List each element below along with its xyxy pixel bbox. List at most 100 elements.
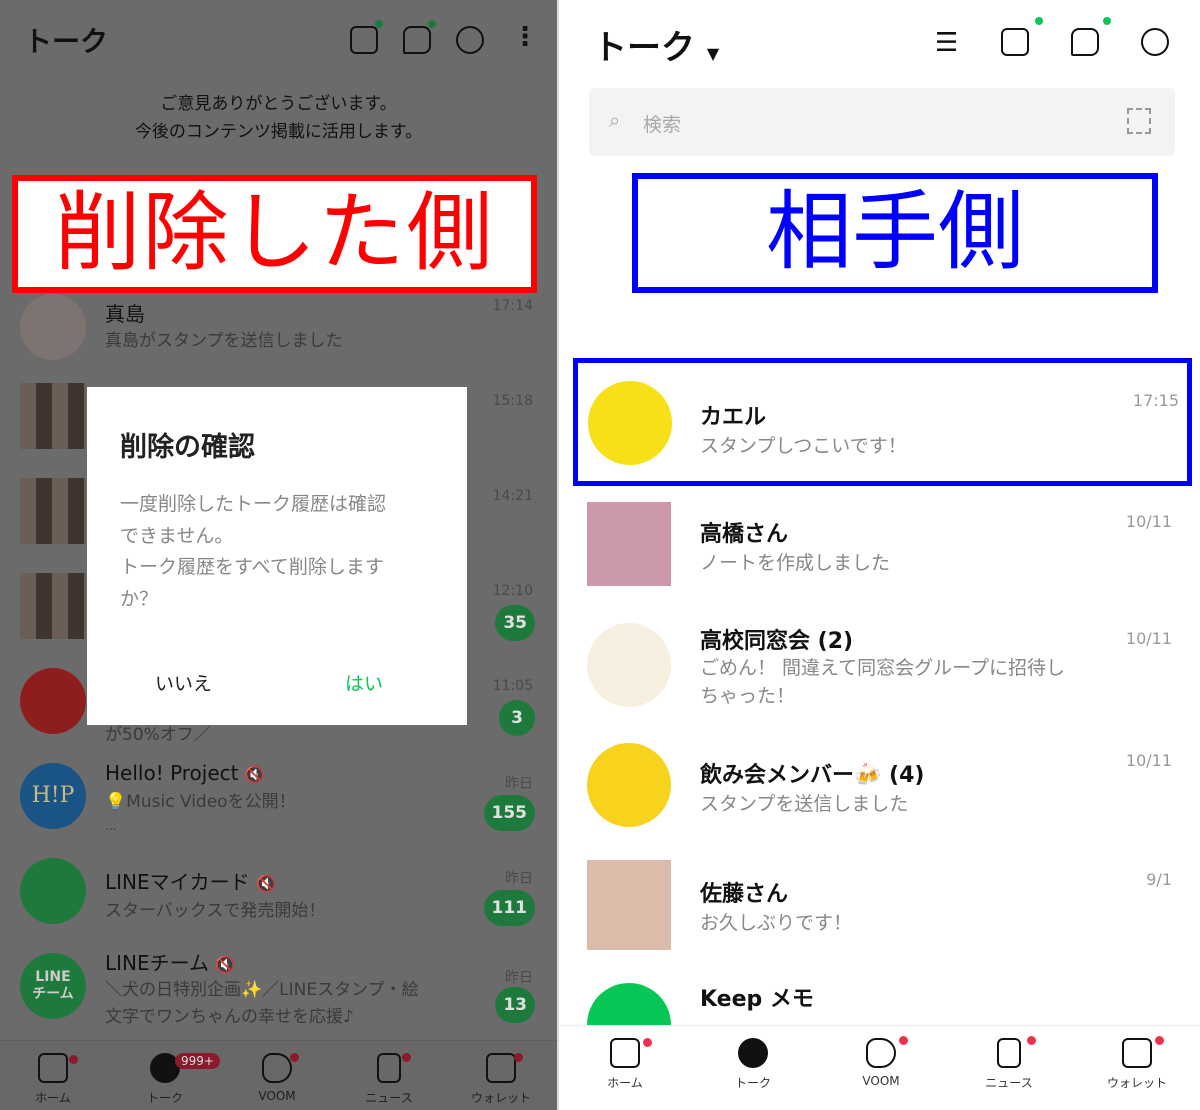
chat-name: LINEチーム 🔇 — [105, 951, 236, 975]
chat-icon — [738, 1038, 768, 1068]
header-title[interactable]: トーク ▼ — [593, 20, 719, 69]
new-chat-icon[interactable] — [1141, 28, 1169, 56]
voom-icon — [866, 1038, 896, 1068]
avatar — [587, 623, 671, 707]
nav-wallet[interactable]: ウォレット — [451, 1047, 551, 1106]
nav-home[interactable]: ホーム — [3, 1047, 103, 1106]
chat-message: 真島がスタンプを送信しました — [105, 331, 343, 351]
keep-icon[interactable] — [1071, 28, 1099, 56]
unread-badge: 3 — [499, 700, 535, 736]
avatar — [20, 294, 86, 360]
nav-home[interactable]: ホーム — [575, 1032, 675, 1091]
bottom-nav: ホーム トーク 999+ VOOM ニュース ウォレット — [0, 1040, 557, 1110]
unread-badge: 13 — [495, 987, 535, 1023]
chat-time: 9/1 — [1146, 870, 1172, 889]
chat-row[interactable]: H!P Hello! Project 🔇 💡Music Videoを公開！ ..… — [0, 755, 557, 850]
new-chat-icon[interactable] — [456, 26, 484, 54]
chat-message: ノートを作成しました — [700, 552, 891, 574]
home-icon — [38, 1053, 68, 1083]
nav-news[interactable]: ニュース — [339, 1047, 439, 1106]
avatar — [587, 502, 671, 586]
confirm-button[interactable]: はい — [345, 669, 383, 696]
avatar — [20, 383, 86, 449]
nav-wallet[interactable]: ウォレット — [1087, 1032, 1187, 1091]
dropdown-icon: ▼ — [706, 44, 720, 63]
keep-icon[interactable] — [403, 26, 431, 54]
search-placeholder: 検索 — [643, 114, 682, 136]
avatar — [20, 858, 86, 924]
avatar: LINE チーム — [20, 953, 86, 1019]
avatar — [587, 860, 671, 950]
dialog-title: 削除の確認 — [120, 432, 255, 463]
right-screen: トーク ▼ ☰ ⌕ 検索 相手側 カエル スタンプしつこいです！ 17:15 高… — [557, 0, 1200, 1110]
left-screen: トーク ⋮ ご意見ありがとうございます。 今後のコンテンツ掲載に活用します。 真… — [0, 0, 557, 1110]
avatar — [588, 381, 672, 465]
chat-name: 高橋さん — [700, 522, 789, 547]
search-icon: ⌕ — [609, 108, 621, 132]
feedback-line: 今後のコンテンツ掲載に活用します。 — [134, 122, 423, 142]
confirm-dialog: 削除の確認 一度削除したトーク履歴は確認 できません。 トーク履歴をすべて削除します… — [87, 387, 467, 725]
chat-row[interactable]: LINE チーム LINEチーム 🔇 ＼犬の日特別企画✨／LINEスタンプ・絵 … — [0, 945, 557, 1040]
avatar — [20, 478, 86, 544]
voom-icon — [262, 1053, 292, 1083]
nav-talk[interactable]: トーク — [703, 1032, 803, 1091]
unread-badge: 155 — [483, 795, 535, 831]
chat-name: 飲み会メンバー🍻 (4) — [700, 763, 925, 788]
chat-name: Hello! Project 🔇 — [105, 761, 265, 785]
sort-icon[interactable]: ☰ — [935, 28, 958, 58]
chat-time: 17:15 — [1132, 391, 1179, 410]
album-icon[interactable] — [350, 26, 378, 54]
chat-time: 10/11 — [1125, 512, 1172, 531]
chat-row[interactable]: LINEマイカード 🔇 スターバックスで発売開始！ 昨日 111 — [0, 850, 557, 945]
avatar — [587, 743, 671, 827]
chat-row[interactable]: 飲み会メンバー🍻 (4) スタンプを送信しました 10/11 — [559, 725, 1200, 850]
talk-badge: 999+ — [175, 1053, 220, 1069]
chat-name: 真島 — [105, 302, 145, 326]
chat-message: ... — [105, 819, 117, 833]
dialog-body: 一度削除したトーク履歴は確認 できません。 トーク履歴をすべて削除します か？ — [120, 493, 387, 610]
chat-name: Keep メモ — [700, 987, 814, 1012]
nav-voom[interactable]: VOOM — [227, 1047, 327, 1103]
feedback-line: ご意見ありがとうございます。 — [160, 94, 397, 114]
nav-voom[interactable]: VOOM — [831, 1032, 931, 1088]
wallet-icon — [1122, 1038, 1152, 1068]
chat-row[interactable]: 高橋さん ノートを作成しました 10/11 — [559, 490, 1200, 605]
chat-message: ＼犬の日特別企画✨／LINEスタンプ・絵 — [105, 980, 419, 1000]
chat-time: 昨日 — [505, 970, 533, 986]
mute-icon: 🔇 — [244, 765, 265, 784]
more-icon[interactable]: ⋮ — [512, 22, 538, 52]
chat-name: カエル — [700, 405, 767, 430]
chat-name: LINEマイカード 🔇 — [105, 870, 276, 894]
mute-icon: 🔇 — [215, 955, 236, 974]
chat-time: 昨日 — [505, 776, 533, 792]
annotation-label: 削除した側 — [12, 175, 537, 293]
chat-message: スタンプしつこいです！ — [700, 435, 907, 457]
scan-icon[interactable] — [1127, 108, 1151, 134]
cancel-button[interactable]: いいえ — [155, 669, 212, 696]
album-icon[interactable] — [1001, 28, 1029, 56]
avatar — [20, 668, 86, 734]
news-icon — [997, 1038, 1021, 1068]
chat-row[interactable]: 真島 真島がスタンプを送信しました 17:14 — [0, 280, 557, 375]
chat-message: ちゃった！ — [700, 685, 796, 707]
chat-time: 12:10 — [492, 583, 533, 599]
search-input[interactable]: ⌕ 検索 — [589, 88, 1175, 156]
nav-talk[interactable]: トーク 999+ — [115, 1047, 220, 1106]
chat-message: お久しぶりです！ — [700, 912, 853, 934]
chat-row[interactable]: 高校同窓会 (2) ごめん！ 間違えて同窓会グループに招待し ちゃった！ 10/… — [559, 605, 1200, 725]
header-title: トーク — [24, 25, 109, 58]
mute-icon: 🔇 — [256, 874, 276, 893]
nav-news[interactable]: ニュース — [959, 1032, 1059, 1091]
chat-time: 昨日 — [505, 871, 533, 887]
annotation-label: 相手側 — [632, 173, 1158, 293]
feedback-message: ご意見ありがとうございます。 今後のコンテンツ掲載に活用します。 — [0, 90, 557, 146]
chat-time: 14:21 — [492, 488, 533, 504]
chat-time: 17:14 — [492, 298, 533, 314]
chat-time: 11:05 — [492, 678, 533, 694]
chat-row[interactable]: 佐藤さん お久しぶりです！ 9/1 — [559, 850, 1200, 965]
chat-message: スタンプを送信しました — [700, 793, 909, 815]
bottom-nav: ホーム トーク VOOM ニュース ウォレット — [559, 1025, 1200, 1110]
chat-row[interactable]: カエル スタンプしつこいです！ 17:15 — [573, 358, 1192, 486]
avatar — [20, 573, 86, 639]
avatar: H!P — [20, 763, 86, 829]
